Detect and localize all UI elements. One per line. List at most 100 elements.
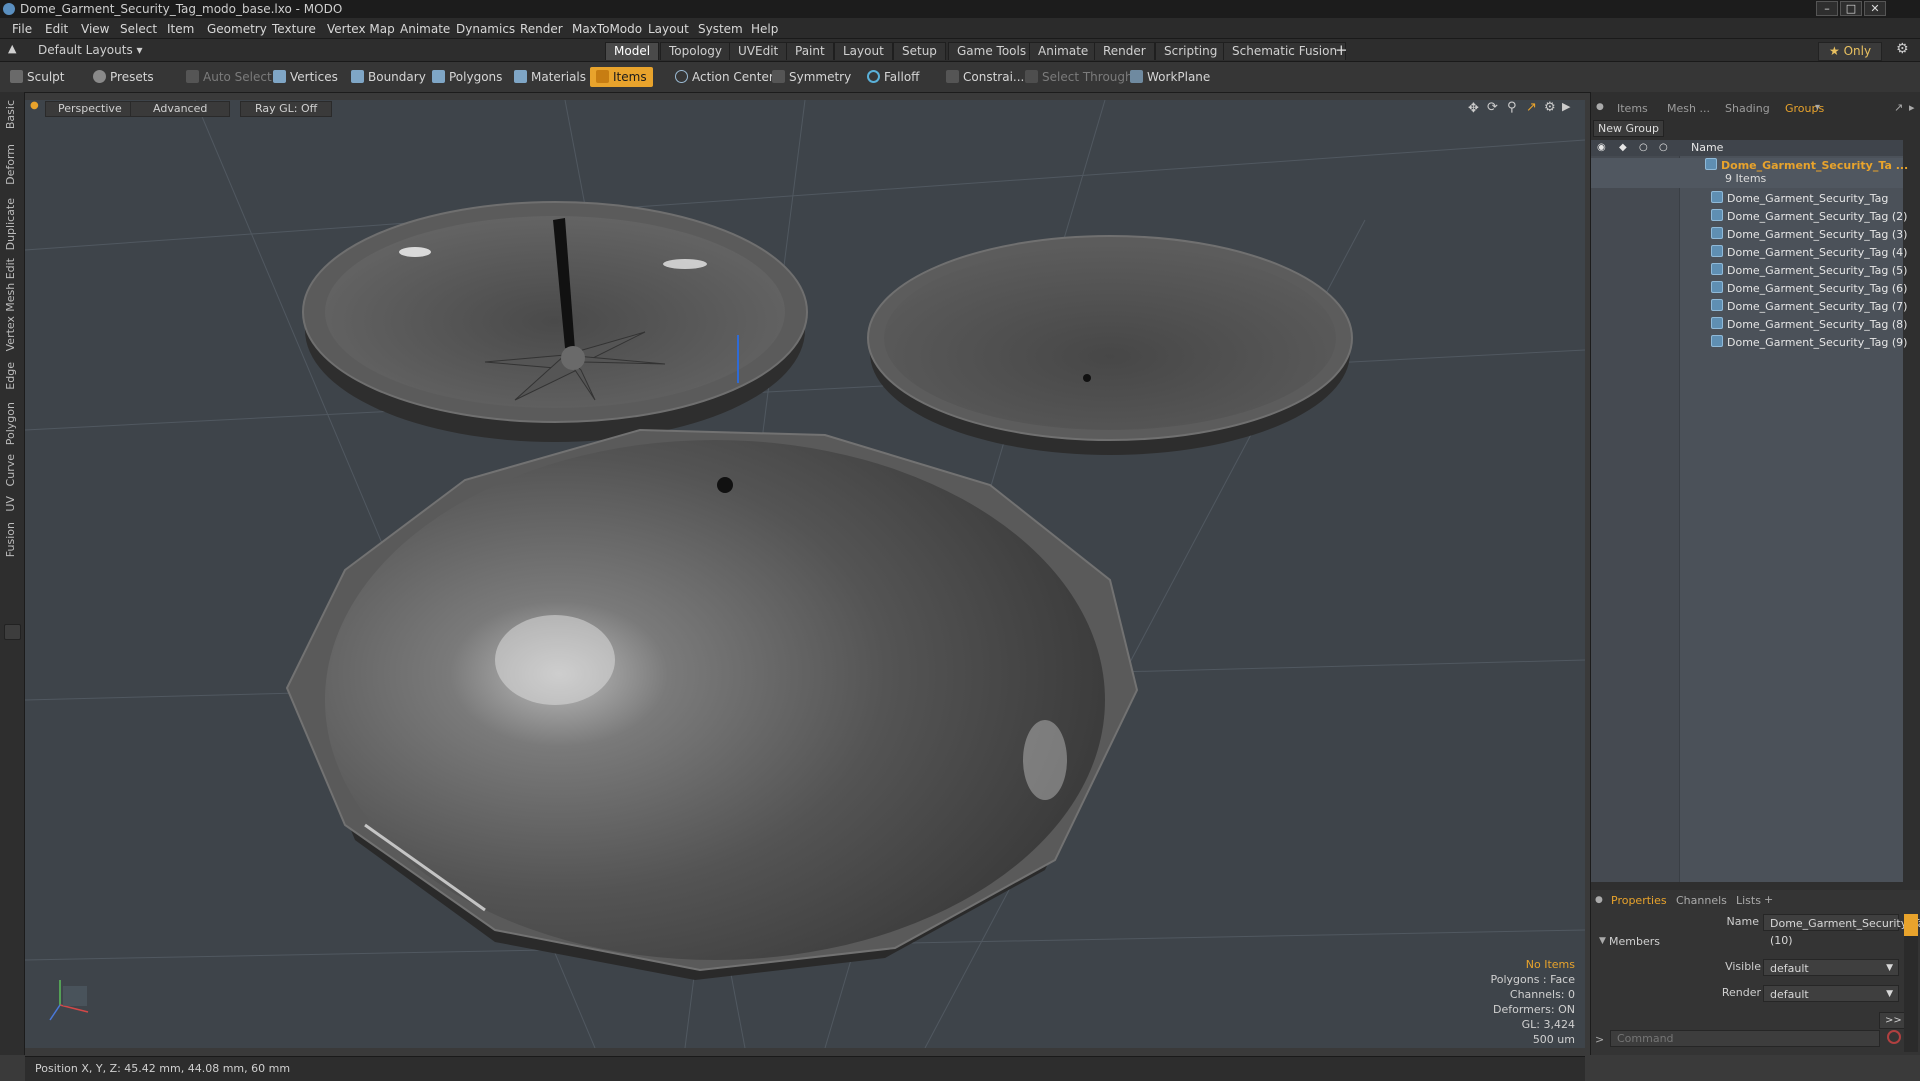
record-icon[interactable]: [1887, 1030, 1901, 1044]
new-group-button[interactable]: New Group: [1593, 120, 1664, 137]
menu-view[interactable]: View: [81, 22, 109, 36]
action-center-button[interactable]: Action Center: [675, 67, 774, 87]
menu-maxtomodo[interactable]: MaxToModo: [572, 22, 642, 36]
vtab-mesh-edit[interactable]: Mesh Edit: [4, 258, 20, 312]
only-button[interactable]: ★ Only: [1818, 42, 1883, 61]
workplane-button[interactable]: WorkPlane: [1130, 67, 1210, 87]
tab-properties[interactable]: Properties: [1611, 894, 1667, 907]
vtab-curve[interactable]: Curve: [4, 454, 20, 486]
panel-expand-icon[interactable]: ↗: [1894, 101, 1903, 114]
menu-select[interactable]: Select: [120, 22, 157, 36]
command-input[interactable]: [1610, 1030, 1880, 1047]
menu-file[interactable]: File: [12, 22, 32, 36]
presets-button[interactable]: Presets: [93, 67, 154, 87]
group-row[interactable]: Dome_Garment_Security_Ta ... 9 Items: [1591, 158, 1908, 188]
viewport-menu-icon[interactable]: ●: [30, 100, 39, 111]
vtab-duplicate[interactable]: Duplicate: [4, 198, 20, 250]
viewport-settings-icon[interactable]: ⚙: [1544, 100, 1556, 115]
tab-scripting[interactable]: Scripting: [1155, 42, 1227, 60]
tab-items[interactable]: Items: [1617, 102, 1648, 115]
list-item[interactable]: Dome_Garment_Security_Tag (3): [1591, 226, 1907, 244]
tab-model[interactable]: Model: [605, 42, 660, 60]
tab-uvedit[interactable]: UVEdit: [729, 42, 788, 60]
add-tab-button[interactable]: +: [1764, 893, 1773, 906]
materials-button[interactable]: Materials: [514, 67, 586, 87]
menu-item[interactable]: Item: [167, 22, 194, 36]
constrain-button[interactable]: Constrai...: [946, 67, 1024, 87]
gear-icon[interactable]: ⚙: [1896, 41, 1909, 57]
rotate-icon[interactable]: ⟳: [1487, 100, 1498, 115]
menu-system[interactable]: System: [698, 22, 743, 36]
tabs-dropdown-icon[interactable]: ▾: [1815, 102, 1820, 113]
sculpt-button[interactable]: Sculpt: [10, 67, 64, 87]
vtab-polygon[interactable]: Polygon: [4, 402, 20, 445]
tab-schematic-fusion[interactable]: Schematic Fusion: [1223, 42, 1347, 60]
menu-dynamics[interactable]: Dynamics: [456, 22, 515, 36]
render-icon[interactable]: ○: [1639, 140, 1648, 156]
menu-help[interactable]: Help: [751, 22, 778, 36]
panel-arrow-icon[interactable]: ▸: [1909, 101, 1915, 114]
add-layout-tab-button[interactable]: +: [1335, 41, 1348, 59]
view-style-advanced-button[interactable]: Advanced: [130, 101, 231, 117]
vtab-fusion[interactable]: Fusion: [4, 522, 20, 557]
render-select[interactable]: default ▼: [1763, 985, 1899, 1002]
maximize-viewport-icon[interactable]: ↗: [1526, 100, 1537, 115]
menu-render[interactable]: Render: [520, 22, 563, 36]
tab-paint[interactable]: Paint: [786, 42, 834, 60]
default-layouts-dropdown[interactable]: Default Layouts ▾: [38, 43, 143, 57]
vtab-deform[interactable]: Deform: [4, 144, 20, 185]
tab-game-tools[interactable]: Game Tools: [948, 42, 1036, 60]
tab-channels[interactable]: Channels: [1676, 894, 1727, 907]
lock-icon[interactable]: ◆: [1619, 140, 1627, 156]
falloff-button[interactable]: Falloff: [867, 67, 919, 87]
vertices-button[interactable]: Vertices: [273, 67, 338, 87]
items-button[interactable]: Items: [590, 67, 653, 87]
select-through-button[interactable]: Select Through: [1025, 67, 1133, 87]
tab-topology[interactable]: Topology: [660, 42, 731, 60]
name-column-header[interactable]: Name: [1691, 140, 1723, 156]
minimize-button[interactable]: –: [1816, 1, 1838, 16]
list-item[interactable]: Dome_Garment_Security_Tag (2): [1591, 208, 1907, 226]
list-item[interactable]: Dome_Garment_Security_Tag: [1591, 190, 1903, 208]
members-collapse-icon[interactable]: ▼: [1599, 936, 1606, 946]
name-field[interactable]: Dome_Garment_Security_Tag (10): [1763, 914, 1920, 947]
vtab-uv[interactable]: UV: [4, 496, 20, 512]
view-perspective-button[interactable]: Perspective: [45, 101, 135, 117]
maximize-button[interactable]: □: [1840, 1, 1862, 16]
list-item[interactable]: Dome_Garment_Security_Tag (8): [1591, 316, 1907, 334]
tab-animate[interactable]: Animate: [1029, 42, 1098, 60]
tab-lists[interactable]: Lists: [1736, 894, 1761, 907]
tab-render[interactable]: Render: [1094, 42, 1155, 60]
vtab-edge[interactable]: Edge: [4, 362, 20, 390]
menu-edit[interactable]: Edit: [45, 22, 68, 36]
menu-vertex-map[interactable]: Vertex Map: [327, 22, 395, 36]
list-item[interactable]: Dome_Garment_Security_Tag (6): [1591, 280, 1907, 298]
layout-collapse-icon[interactable]: ▲: [8, 42, 16, 55]
menu-geometry[interactable]: Geometry: [207, 22, 267, 36]
select-icon[interactable]: ○: [1659, 140, 1668, 156]
visible-select[interactable]: default ▼: [1763, 959, 1899, 976]
auto-select-button[interactable]: Auto Select: [186, 67, 272, 87]
tab-shading[interactable]: Shading: [1725, 102, 1770, 115]
boundary-button[interactable]: Boundary: [351, 67, 426, 87]
eye-icon[interactable]: ◉: [1597, 140, 1606, 156]
polygons-button[interactable]: Polygons: [432, 67, 502, 87]
vtab-basic[interactable]: Basic: [4, 100, 20, 129]
menu-texture[interactable]: Texture: [272, 22, 316, 36]
list-item[interactable]: Dome_Garment_Security_Tag (5): [1591, 262, 1907, 280]
viewport-arrow-icon[interactable]: ▶: [1562, 100, 1570, 113]
symmetry-button[interactable]: Symmetry: [772, 67, 851, 87]
raygl-button[interactable]: Ray GL: Off: [240, 101, 333, 117]
zoom-icon[interactable]: ⚲: [1507, 100, 1517, 115]
tab-layout[interactable]: Layout: [834, 42, 893, 60]
list-item[interactable]: Dome_Garment_Security_Tag (4): [1591, 244, 1907, 262]
tool-tray-toggle[interactable]: [4, 624, 21, 640]
vtab-vertex[interactable]: Vertex: [4, 316, 20, 351]
tab-setup[interactable]: Setup: [893, 42, 946, 60]
list-item[interactable]: Dome_Garment_Security_Tag (7): [1591, 298, 1907, 316]
pan-icon[interactable]: ✥: [1468, 101, 1479, 116]
tab-mesh[interactable]: Mesh ...: [1667, 102, 1710, 115]
close-button[interactable]: ✕: [1864, 1, 1886, 16]
list-item[interactable]: Dome_Garment_Security_Tag (9): [1591, 334, 1907, 352]
menu-animate[interactable]: Animate: [400, 22, 450, 36]
